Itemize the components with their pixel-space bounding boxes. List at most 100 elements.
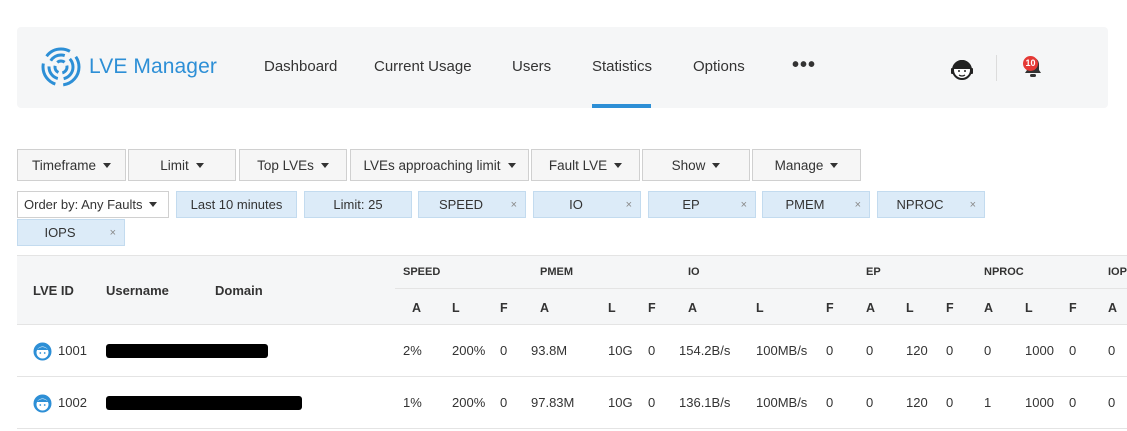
metric-cell: 10G xyxy=(608,343,633,358)
approaching-limit-label: LVEs approaching limit xyxy=(363,157,501,173)
metric-cell: 0 xyxy=(984,343,992,358)
manage-dropdown[interactable]: Manage xyxy=(752,149,861,181)
show-label: Show xyxy=(671,157,706,173)
top-lves-label: Top LVEs xyxy=(257,157,314,173)
brand[interactable]: LVE Manager xyxy=(41,47,217,87)
order-by-dropdown[interactable]: Order by: Any Faults xyxy=(17,191,169,218)
nav-users[interactable]: Users xyxy=(512,58,551,75)
metric-cell: 200% xyxy=(452,343,486,358)
chip-iops-label: IOPS xyxy=(44,225,76,240)
timeframe-dropdown[interactable]: Timeframe xyxy=(17,149,126,181)
nav-options[interactable]: Options xyxy=(693,58,745,75)
group-nproc[interactable]: NPROC xyxy=(984,266,1024,278)
metric-cell: 120 xyxy=(906,343,928,358)
subheader-l[interactable]: L xyxy=(608,301,616,315)
metric-cell: 1000 xyxy=(1025,343,1054,358)
nav-divider xyxy=(996,55,997,81)
caret-down-icon xyxy=(614,162,623,168)
subheader-l[interactable]: L xyxy=(906,301,914,315)
group-ep[interactable]: EP xyxy=(866,266,881,278)
metric-cell: 0 xyxy=(866,395,874,410)
remove-iops-icon[interactable]: × xyxy=(110,227,116,239)
metric-cell: 136.1B/s xyxy=(679,395,731,410)
user-avatar-icon xyxy=(33,342,52,361)
chip-pmem-label: PMEM xyxy=(785,197,825,212)
metric-cell: 93.8M xyxy=(531,343,568,358)
subheader-a[interactable]: A xyxy=(688,301,697,315)
remove-io-icon[interactable]: × xyxy=(626,199,632,211)
group-pmem[interactable]: PMEM xyxy=(540,266,573,278)
caret-down-icon xyxy=(712,162,721,168)
nav-active-indicator xyxy=(592,104,651,108)
limit-dropdown[interactable]: Limit xyxy=(128,149,236,181)
subheader-f[interactable]: F xyxy=(1069,301,1077,315)
chip-limit-25[interactable]: Limit: 25 xyxy=(304,191,412,218)
subheader-l[interactable]: L xyxy=(756,301,764,315)
chip-nproc[interactable]: NPROC × xyxy=(877,191,985,218)
lve-logo-icon xyxy=(41,47,81,87)
support-agent-icon[interactable] xyxy=(948,55,976,83)
chip-last-10-minutes[interactable]: Last 10 minutes xyxy=(176,191,297,218)
caret-down-icon xyxy=(507,162,516,168)
caret-down-icon xyxy=(103,162,111,168)
more-menu-button[interactable]: ••• xyxy=(792,54,816,77)
group-io[interactable]: IO xyxy=(688,266,700,278)
group-speed[interactable]: SPEED xyxy=(403,266,440,278)
col-lve-id[interactable]: LVE ID xyxy=(33,283,74,298)
show-dropdown[interactable]: Show xyxy=(642,149,750,181)
metric-cell: 0 xyxy=(500,343,508,358)
limit-label: Limit xyxy=(160,157,189,173)
lve-id-cell[interactable]: 1002 xyxy=(58,395,87,410)
remove-ep-icon[interactable]: × xyxy=(741,199,747,211)
remove-pmem-icon[interactable]: × xyxy=(855,199,861,211)
nav-current-usage[interactable]: Current Usage xyxy=(374,58,472,75)
nav-statistics[interactable]: Statistics xyxy=(592,58,652,75)
caret-down-icon xyxy=(148,202,157,207)
top-lves-dropdown[interactable]: Top LVEs xyxy=(239,149,347,181)
chip-ep-label: EP xyxy=(682,197,700,212)
metric-cell: 1000 xyxy=(1025,395,1054,410)
metric-cell: 200% xyxy=(452,395,486,410)
header-divider xyxy=(395,288,1127,289)
metric-cell: 154.2B/s xyxy=(679,343,731,358)
subheader-f[interactable]: F xyxy=(946,301,954,315)
subheader-a[interactable]: A xyxy=(412,301,421,315)
fault-lve-label: Fault LVE xyxy=(548,157,608,173)
subheader-f[interactable]: F xyxy=(826,301,834,315)
chip-speed-label: SPEED xyxy=(438,197,484,212)
chip-ep[interactable]: EP × xyxy=(648,191,756,218)
metric-cell: 2% xyxy=(403,343,422,358)
subheader-l[interactable]: L xyxy=(452,301,460,315)
metric-cell: 0 xyxy=(866,343,874,358)
remove-speed-icon[interactable]: × xyxy=(511,199,517,211)
subheader-a[interactable]: A xyxy=(866,301,875,315)
subheader-f[interactable]: F xyxy=(648,301,656,315)
fault-lve-dropdown[interactable]: Fault LVE xyxy=(531,149,640,181)
remove-nproc-icon[interactable]: × xyxy=(970,199,976,211)
metric-cell: 0 xyxy=(946,395,954,410)
caret-down-icon xyxy=(830,162,839,168)
subheader-a[interactable]: A xyxy=(984,301,993,315)
metric-cell: 0 xyxy=(1069,343,1077,358)
chip-io[interactable]: IO × xyxy=(533,191,641,218)
metric-cell: 0 xyxy=(1069,395,1077,410)
group-iops[interactable]: IOP xyxy=(1108,266,1127,278)
subheader-f[interactable]: F xyxy=(500,301,508,315)
manage-label: Manage xyxy=(774,157,824,173)
chip-iops[interactable]: IOPS × xyxy=(17,219,125,246)
lve-id-cell[interactable]: 1001 xyxy=(58,343,87,358)
subheader-l[interactable]: L xyxy=(1025,301,1033,315)
chip-pmem[interactable]: PMEM × xyxy=(762,191,870,218)
timeframe-label: Timeframe xyxy=(31,157,96,173)
chip-speed[interactable]: SPEED × xyxy=(418,191,526,218)
metric-cell: 1% xyxy=(403,395,422,410)
chip-limit-label: Limit: 25 xyxy=(333,197,383,212)
subheader-a[interactable]: A xyxy=(540,301,549,315)
col-username[interactable]: Username xyxy=(106,283,169,298)
col-domain[interactable]: Domain xyxy=(215,283,263,298)
chip-nproc-label: NPROC xyxy=(896,197,944,212)
subheader-a[interactable]: A xyxy=(1108,301,1117,315)
nav-dashboard[interactable]: Dashboard xyxy=(264,58,337,75)
metric-cell: 10G xyxy=(608,395,633,410)
approaching-limit-dropdown[interactable]: LVEs approaching limit xyxy=(350,149,529,181)
